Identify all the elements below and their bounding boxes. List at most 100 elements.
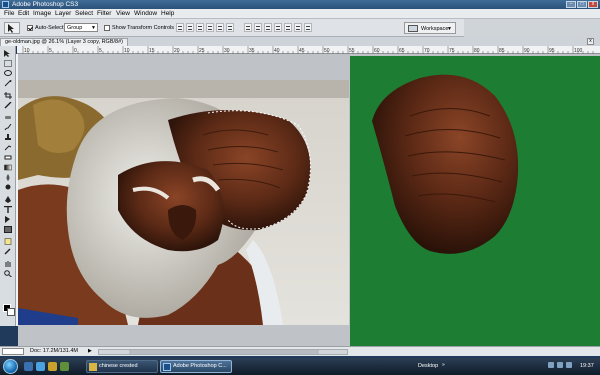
menu-edit[interactable]: Edit — [18, 10, 29, 17]
document-size-info: Doc: 17.2M/131.4M — [30, 348, 78, 354]
volume-icon[interactable] — [557, 362, 563, 368]
menu-help[interactable]: Help — [161, 10, 174, 17]
healing-brush-icon[interactable] — [4, 114, 12, 121]
menu-bar: File Edit Image Layer Select Filter View… — [0, 9, 600, 19]
distribute-right-icon[interactable] — [294, 23, 302, 32]
desktop-toolbar-label[interactable]: Desktop — [418, 363, 438, 369]
old-man-photo — [18, 80, 349, 325]
workspace-label: Workspace — [421, 26, 449, 32]
scrollbar-thumb[interactable] — [129, 350, 319, 354]
menu-window[interactable]: Window — [134, 10, 157, 17]
blur-tool-icon[interactable] — [4, 174, 12, 181]
tool-preset-picker[interactable] — [4, 22, 20, 34]
marquee-tool-icon[interactable] — [4, 60, 12, 67]
folder-quicklaunch-icon[interactable] — [48, 362, 57, 371]
move-tool-icon[interactable] — [4, 50, 12, 57]
toolbox — [0, 46, 16, 326]
green-background-layer[interactable] — [350, 56, 600, 346]
eraser-icon[interactable] — [4, 154, 12, 161]
workspace-icon — [408, 25, 418, 32]
window-controls: – □ x — [566, 1, 598, 8]
align-buttons — [176, 23, 234, 33]
auto-select-checkbox[interactable] — [27, 25, 33, 31]
notes-tool-icon[interactable] — [4, 238, 12, 245]
toolbar-expand-arrows[interactable]: » — [442, 362, 445, 368]
lasso-tool-icon[interactable] — [4, 70, 12, 77]
distribute-buttons — [244, 23, 312, 33]
distribute-left-icon[interactable] — [274, 23, 282, 32]
taskbar-label-photoshop: Adobe Photoshop C... — [173, 363, 227, 369]
ruler-ticks: 10 5 0 5 10 15 20 25 30 35 40 45 50 55 60 65 70 75 80 85 90 9… — [22, 46, 594, 54]
clock: 19:37 — [580, 363, 594, 369]
menu-file[interactable]: File — [4, 10, 14, 17]
workspace-button[interactable]: Workspace ▼ — [404, 22, 456, 34]
photoshop-logo-icon — [2, 1, 9, 8]
system-tray — [548, 362, 572, 368]
desktop-quicklaunch-icon[interactable] — [24, 362, 33, 371]
menu-view[interactable]: View — [116, 10, 130, 17]
media-quicklaunch-icon[interactable] — [60, 362, 69, 371]
distribute-top-icon[interactable] — [244, 23, 252, 32]
align-bottom-icon[interactable] — [196, 23, 204, 32]
distribute-vcenter-icon[interactable] — [254, 23, 262, 32]
align-hcenter-icon[interactable] — [216, 23, 224, 32]
eyedropper-icon[interactable] — [4, 248, 12, 255]
pen-tool-icon[interactable] — [4, 196, 12, 203]
crop-icon[interactable] — [4, 92, 12, 99]
gradient-tool-icon[interactable] — [4, 164, 12, 171]
chevron-down-icon: ▼ — [447, 26, 452, 32]
type-tool-icon[interactable] — [4, 206, 12, 213]
brush-icon[interactable] — [4, 124, 12, 131]
zoom-level-field[interactable] — [2, 348, 24, 355]
menu-filter[interactable]: Filter — [97, 10, 111, 17]
document-tab-bar: ge-oldman.jpg @ 26.1% (Layer 3 copy, RGB… — [0, 37, 600, 46]
menu-layer[interactable]: Layer — [55, 10, 71, 17]
zoom-tool-icon[interactable] — [4, 270, 12, 277]
document-close-button[interactable]: x — [587, 38, 594, 45]
panel-well — [464, 19, 600, 37]
status-bar: Doc: 17.2M/131.4M ▶ — [0, 346, 600, 356]
document-tab[interactable]: ge-oldman.jpg @ 26.1% (Layer 3 copy, RGB… — [0, 38, 128, 46]
horizontal-scrollbar[interactable] — [98, 349, 348, 355]
history-brush-icon[interactable] — [4, 144, 12, 151]
align-left-icon[interactable] — [206, 23, 214, 32]
transform-controls-checkbox[interactable] — [104, 25, 110, 31]
browser-quicklaunch-icon[interactable] — [36, 362, 45, 371]
background-color-swatch[interactable] — [7, 308, 15, 316]
dodge-tool-icon[interactable] — [4, 184, 12, 191]
menu-select[interactable]: Select — [75, 10, 93, 17]
minimize-button[interactable]: – — [566, 1, 576, 8]
hand-tool-icon[interactable] — [4, 260, 12, 267]
taskbar-button-chinese-crested[interactable]: chinese crested — [86, 360, 158, 373]
distribute-bottom-icon[interactable] — [264, 23, 272, 32]
menu-image[interactable]: Image — [33, 10, 51, 17]
shape-tool-icon[interactable] — [4, 226, 12, 233]
clone-stamp-icon[interactable] — [4, 134, 12, 141]
security-icon[interactable] — [566, 362, 572, 368]
path-selection-icon[interactable] — [4, 216, 12, 223]
chevron-down-icon: ▼ — [91, 25, 96, 31]
auto-align-icon[interactable] — [304, 23, 312, 32]
start-orb-icon[interactable] — [3, 359, 18, 374]
taskbar-button-photoshop[interactable]: Adobe Photoshop C... — [160, 360, 232, 373]
auto-select-label: Auto-Select: — [35, 25, 65, 31]
network-icon[interactable] — [548, 362, 554, 368]
photoshop-icon — [163, 363, 171, 371]
slice-tool-icon[interactable] — [4, 102, 12, 109]
transform-controls-label: Show Transform Controls — [112, 25, 175, 31]
auto-select-value: Group — [67, 25, 83, 31]
distribute-hcenter-icon[interactable] — [284, 23, 292, 32]
folder-icon — [89, 363, 97, 371]
align-vcenter-icon[interactable] — [186, 23, 194, 32]
align-right-icon[interactable] — [226, 23, 234, 32]
photo-layer-old-man[interactable] — [18, 80, 349, 325]
move-tool-icon — [8, 24, 14, 33]
status-menu-arrow[interactable]: ▶ — [88, 348, 92, 354]
align-top-icon[interactable] — [176, 23, 184, 32]
maximize-button[interactable]: □ — [577, 1, 587, 8]
magic-wand-icon[interactable] — [4, 80, 12, 87]
close-button[interactable]: x — [588, 1, 598, 8]
extracted-forehead-shape — [372, 74, 519, 254]
auto-select-dropdown[interactable]: Group ▼ — [64, 23, 98, 32]
windows-taskbar: chinese crested Adobe Photoshop C... Des… — [0, 358, 600, 375]
